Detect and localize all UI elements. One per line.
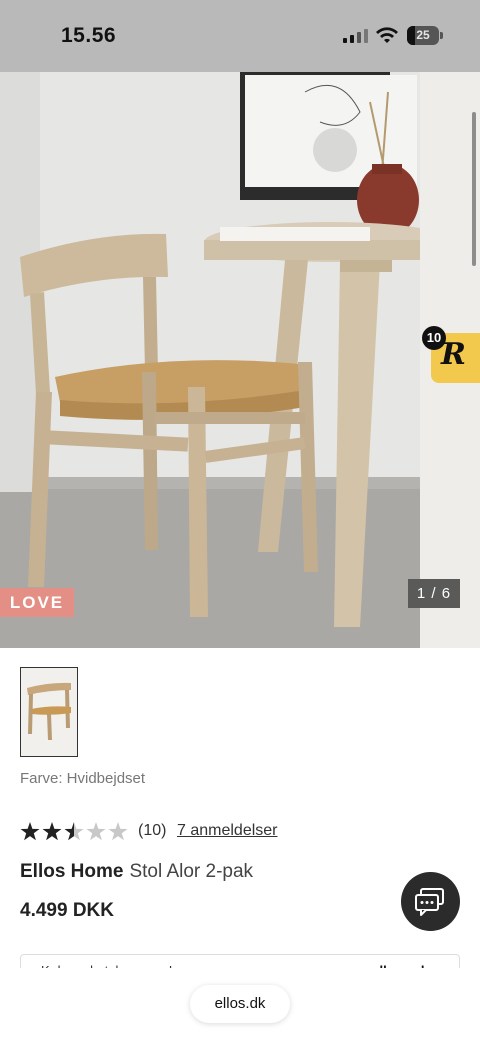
wifi-icon (375, 25, 399, 45)
product-name: Stol Alor 2-pak (129, 861, 254, 882)
url-bar[interactable]: ellos.dk (190, 985, 290, 1023)
chat-button[interactable] (401, 872, 460, 931)
rating-count: (10) (138, 822, 167, 839)
love-badge: LOVE (0, 588, 74, 617)
product-image[interactable] (0, 72, 420, 648)
star-rating (20, 822, 128, 841)
status-bar: 15.56 25 (0, 0, 480, 72)
star-icon (108, 822, 128, 841)
chair-photo (0, 72, 420, 648)
star-icon (86, 822, 106, 841)
product-price: 4.499 DKK (20, 900, 114, 921)
star-icon (42, 822, 62, 841)
star-icon (20, 822, 40, 841)
product-brand[interactable]: Ellos Home (20, 861, 123, 882)
chat-icon (415, 888, 444, 916)
product-title: Ellos Home Stol Alor 2-pak (20, 861, 253, 883)
status-time: 15.56 (61, 24, 117, 47)
battery-level: 25 (416, 28, 430, 42)
reviews-widget-count: 10 (422, 326, 446, 350)
thumbnail-image[interactable] (20, 667, 78, 757)
star-icon (64, 822, 84, 841)
cellular-signal-icon (343, 29, 369, 43)
image-counter: 1 / 6 (408, 579, 460, 608)
color-label: Farve: Hvidbejdset (20, 770, 146, 787)
reviews-link[interactable]: 7 anmeldelser (177, 822, 278, 840)
battery-icon: 25 (407, 26, 439, 45)
scrollbar[interactable] (472, 112, 476, 266)
